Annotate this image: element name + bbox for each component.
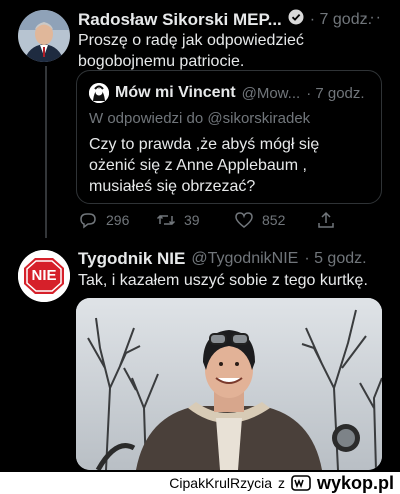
footer-user[interactable]: CipakKrulRzycia <box>169 475 272 491</box>
photo-man-motorcycle-jacket <box>76 298 382 470</box>
verified-icon <box>288 9 304 30</box>
reply-handle[interactable]: @sikorskiradek <box>207 110 310 127</box>
tweet1-name[interactable]: Radosław Sikorski MEP... <box>78 10 282 30</box>
quote-handle[interactable]: @Mow... <box>242 85 301 102</box>
quote-time[interactable]: · 7 godz. <box>306 85 364 102</box>
reply-context: W odpowiedzi do @sikorskiradek <box>89 110 310 127</box>
reply-count: 296 <box>106 212 130 228</box>
thread-line <box>45 66 47 238</box>
quoted-tweet[interactable]: Mów mi Vincent @Mow... · 7 godz. W odpow… <box>76 70 382 204</box>
heart-icon <box>235 212 253 228</box>
tweet2-photo[interactable] <box>76 298 382 470</box>
retweet-button[interactable]: 39 <box>156 210 200 230</box>
nie-logo-text: NIE <box>31 267 57 284</box>
footer-separator: z <box>277 475 285 491</box>
tweet1-header: Radosław Sikorski MEP... · 7 godz. <box>78 9 372 30</box>
tweet1-text: Proszę o radę jak odpowiedzieć bogobojne… <box>78 32 304 70</box>
quote-text: Czy to prawda ,że abyś mógł się ożenić s… <box>89 136 320 195</box>
quote-name[interactable]: Mów mi Vincent <box>115 84 236 102</box>
avatar-sikorski[interactable] <box>18 10 70 62</box>
more-options-icon[interactable]: ··· <box>363 9 382 27</box>
quote-header: Mów mi Vincent @Mow... · 7 godz. <box>89 83 365 103</box>
retweet-icon <box>156 214 176 226</box>
reply-icon <box>80 213 96 229</box>
footer-brand[interactable]: wykop.pl <box>317 473 394 494</box>
wykop-logo-icon <box>291 475 311 491</box>
tweet2-name[interactable]: Tygodnik NIE <box>78 249 185 269</box>
tweet2-text: Tak, i kazałem uszyć sobie z tego kurtkę… <box>78 272 368 289</box>
retweet-count: 39 <box>184 212 200 228</box>
tweet2-time[interactable]: · 5 godz. <box>304 250 366 268</box>
share-icon <box>318 211 334 228</box>
avatar-tygodnik-nie[interactable]: NIE <box>18 250 70 302</box>
reply-prefix: W odpowiedzi do <box>89 110 204 127</box>
like-button[interactable]: 852 <box>234 210 285 230</box>
tweet2-handle[interactable]: @TygodnikNIE <box>191 250 298 268</box>
quote-avatar-icon <box>89 83 109 103</box>
like-count: 852 <box>262 212 286 228</box>
share-button[interactable] <box>316 210 336 230</box>
wykop-footer: CipakKrulRzycia z wykop.pl <box>0 472 400 494</box>
reply-button[interactable]: 296 <box>78 210 129 230</box>
tweet2-header: Tygodnik NIE @TygodnikNIE · 5 godz. <box>78 249 367 269</box>
